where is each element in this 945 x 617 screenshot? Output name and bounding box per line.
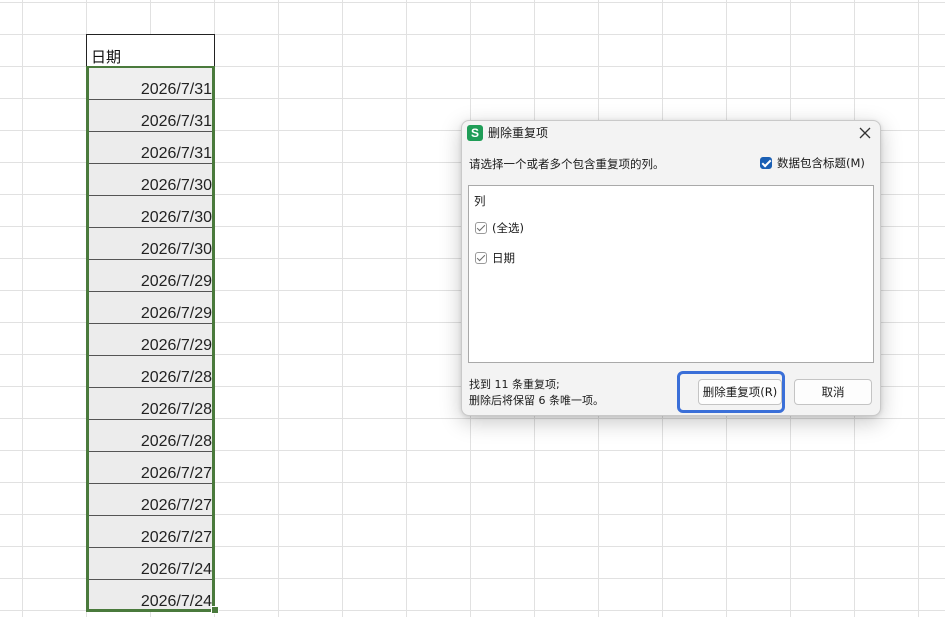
column-list[interactable]: 列 (全选) 日期 (468, 185, 874, 363)
date-cell[interactable]: 2026/7/24 (89, 580, 212, 609)
checkbox-checked-icon[interactable] (475, 222, 487, 234)
selected-date-range[interactable]: 2026/7/31 2026/7/31 2026/7/31 2026/7/30 … (86, 66, 215, 612)
list-item-date-column[interactable]: 日期 (475, 251, 515, 265)
checkbox-checked-icon[interactable] (475, 252, 487, 264)
date-cell[interactable]: 2026/7/27 (89, 516, 212, 548)
status-line-found: 找到 11 条重复项; (469, 378, 560, 391)
date-cell[interactable]: 2026/7/30 (89, 164, 212, 196)
close-icon (859, 127, 871, 139)
list-item-label[interactable]: (全选) (492, 221, 524, 235)
date-cell[interactable]: 2026/7/28 (89, 388, 212, 420)
column-header-cell[interactable]: 日期 (86, 34, 215, 66)
date-cell[interactable]: 2026/7/31 (89, 100, 212, 132)
date-cell[interactable]: 2026/7/31 (89, 68, 212, 100)
remove-duplicates-button[interactable]: 删除重复项(R) (698, 379, 782, 405)
list-item-select-all[interactable]: (全选) (475, 221, 524, 235)
status-line-remaining: 删除后将保留 6 条唯一项。 (469, 394, 604, 407)
dialog-title: 删除重复项 (488, 126, 549, 140)
duplicate-status-text: 找到 11 条重复项; 删除后将保留 6 条唯一项。 (469, 377, 604, 409)
date-cell[interactable]: 2026/7/31 (89, 132, 212, 164)
date-cell[interactable]: 2026/7/27 (89, 452, 212, 484)
data-has-header-label[interactable]: 数据包含标题(M) (777, 156, 865, 170)
spreadsheet-app-icon: S (467, 125, 483, 141)
cancel-button[interactable]: 取消 (794, 379, 872, 405)
date-cell[interactable]: 2026/7/29 (89, 324, 212, 356)
date-cell[interactable]: 2026/7/30 (89, 196, 212, 228)
dialog-title-bar[interactable]: S 删除重复项 (462, 121, 880, 147)
checkbox-checked-icon[interactable] (760, 157, 772, 169)
list-item-label[interactable]: 日期 (492, 251, 515, 265)
close-button[interactable] (854, 122, 876, 144)
data-has-header-checkbox[interactable]: 数据包含标题(M) (760, 156, 865, 170)
date-cell[interactable]: 2026/7/24 (89, 548, 212, 580)
date-cell[interactable]: 2026/7/28 (89, 356, 212, 388)
date-cell[interactable]: 2026/7/28 (89, 420, 212, 452)
fill-handle[interactable] (211, 606, 219, 614)
date-cell[interactable]: 2026/7/29 (89, 292, 212, 324)
dialog-prompt: 请选择一个或者多个包含重复项的列。 (469, 157, 665, 171)
date-cell[interactable]: 2026/7/27 (89, 484, 212, 516)
remove-duplicates-dialog: S 删除重复项 请选择一个或者多个包含重复项的列。 数据包含标题(M) 列 (全… (461, 120, 881, 416)
column-list-header: 列 (474, 194, 486, 208)
date-cell[interactable]: 2026/7/30 (89, 228, 212, 260)
date-cell[interactable]: 2026/7/29 (89, 260, 212, 292)
